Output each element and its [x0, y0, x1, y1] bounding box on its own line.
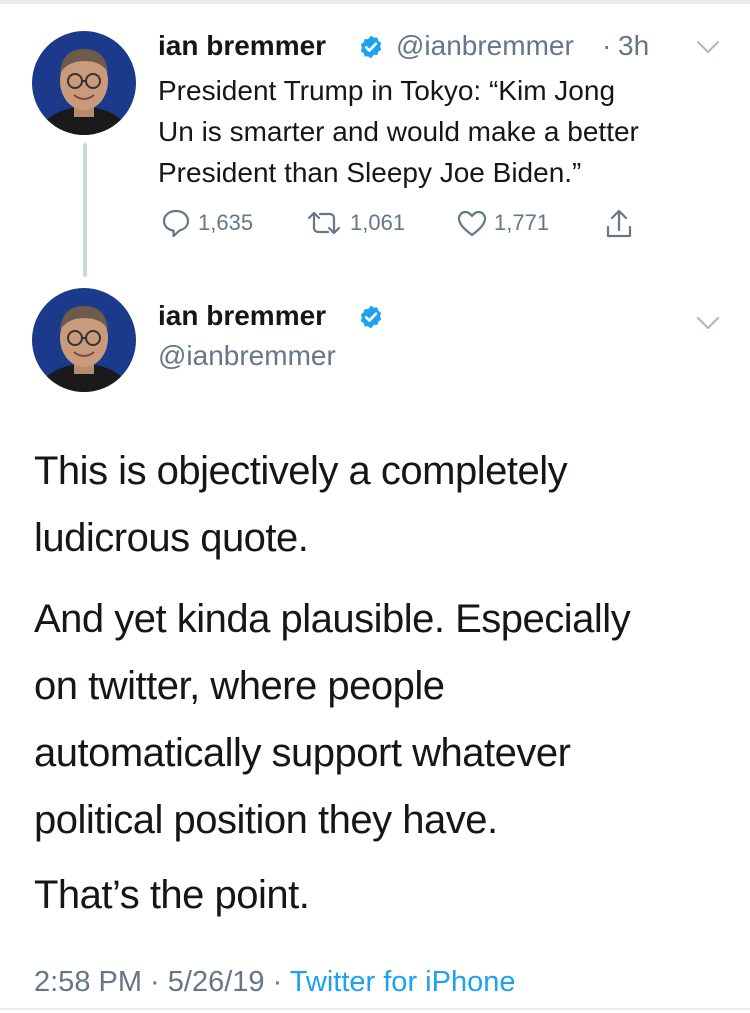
separator-dot: · [264, 966, 290, 998]
tweet-paragraph: And yet kinda plausible. Especially on t… [34, 586, 724, 854]
tweet-paragraph: That’s the point. [34, 862, 724, 929]
author-name[interactable]: ian bremmer [158, 300, 326, 332]
author-handle[interactable]: @ianbremmer [158, 340, 336, 372]
tweet-text-line: That’s the point. [34, 873, 310, 917]
tweet-text-line: Un is smarter and would make a better [158, 116, 639, 147]
top-divider [0, 0, 750, 4]
share-button[interactable] [604, 208, 634, 240]
reply-count: 1,635 [198, 210, 254, 235]
avatar-photo [32, 288, 136, 392]
tweet-text-line: President Trump in Tokyo: “Kim Jong [158, 75, 616, 106]
chevron-down-icon[interactable] [696, 40, 720, 54]
tweet-text-line: automatically support whatever [34, 731, 571, 775]
verified-badge-icon [360, 305, 382, 329]
chevron-down-icon[interactable] [696, 316, 720, 330]
tweet-text-line: ludicrous quote. [34, 516, 309, 560]
avatar[interactable] [32, 31, 136, 135]
separator-dot: · [602, 30, 612, 61]
tweet-timestamp[interactable]: 2:58 PM [34, 966, 142, 998]
tweet-time[interactable]: 3h [618, 30, 649, 62]
verified-badge-icon [360, 35, 382, 59]
author-name[interactable]: ian bremmer [158, 30, 326, 62]
like-icon [457, 210, 487, 237]
separator-dot: · [142, 966, 168, 998]
reply-button[interactable]: 1,635 [160, 208, 253, 238]
tweet-paragraph: This is objectively a completely ludicro… [34, 438, 724, 572]
retweet-icon [307, 211, 341, 235]
tweet-text-line: And yet kinda plausible. Especially [34, 597, 631, 641]
tweet-text-line: on twitter, where people [34, 664, 445, 708]
retweet-count: 1,061 [350, 210, 406, 235]
tweet-date[interactable]: 5/26/19 [168, 966, 265, 998]
tweet-text-line: This is objectively a completely [34, 449, 568, 493]
share-icon [606, 209, 632, 238]
avatar[interactable] [32, 288, 136, 392]
tweet-text-line: President than Sleepy Joe Biden.” [158, 157, 582, 188]
avatar-photo [32, 31, 136, 135]
tweet-footer: 2:58 PM · 5/26/19 · Twitter for iPhone [34, 966, 515, 999]
retweet-button[interactable]: 1,061 [304, 208, 405, 238]
tweet-text-line: political position they have. [34, 798, 498, 842]
reply-icon [162, 209, 190, 238]
like-button[interactable]: 1,771 [456, 208, 549, 238]
bottom-divider [0, 1008, 750, 1010]
thread-connector [83, 143, 87, 277]
tweet-text: President Trump in Tokyo: “Kim Jong Un i… [158, 70, 728, 193]
tweet-source-link[interactable]: Twitter for iPhone [290, 966, 516, 998]
like-count: 1,771 [494, 210, 550, 235]
author-handle[interactable]: @ianbremmer [396, 30, 574, 62]
